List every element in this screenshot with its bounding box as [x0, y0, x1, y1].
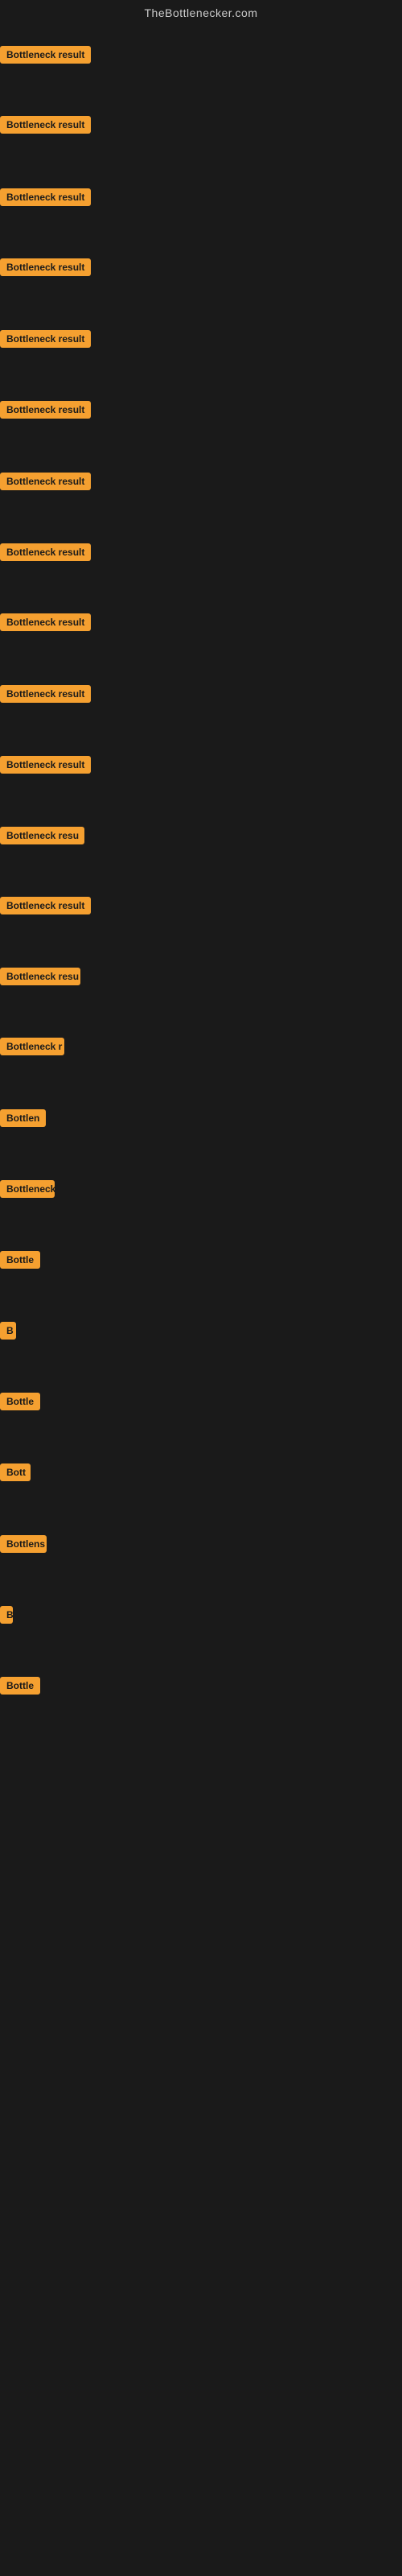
- bottleneck-badge-row-5: Bottleneck result: [0, 401, 91, 423]
- bottleneck-badge[interactable]: B: [0, 1606, 13, 1624]
- bottleneck-badge-row-0: Bottleneck result: [0, 46, 91, 68]
- bottleneck-badge-row-3: Bottleneck result: [0, 258, 91, 280]
- bottleneck-badge-row-11: Bottleneck resu: [0, 827, 84, 848]
- bottleneck-badge[interactable]: Bottle: [0, 1677, 40, 1695]
- bottleneck-badge[interactable]: Bottleneck result: [0, 330, 91, 348]
- bottleneck-badge[interactable]: Bottleneck: [0, 1180, 55, 1198]
- bottleneck-badge[interactable]: Bottleneck result: [0, 543, 91, 561]
- bottleneck-badge[interactable]: Bottleneck result: [0, 188, 91, 206]
- bottleneck-badge-row-14: Bottleneck r: [0, 1038, 64, 1059]
- bottleneck-badge-row-12: Bottleneck result: [0, 897, 91, 919]
- bottleneck-badge[interactable]: Bottleneck resu: [0, 968, 80, 985]
- bottleneck-badge-row-1: Bottleneck result: [0, 116, 91, 138]
- bottleneck-badge-row-19: Bottle: [0, 1393, 40, 1414]
- bottleneck-badge[interactable]: Bottlens: [0, 1535, 47, 1553]
- bottleneck-badge[interactable]: Bottleneck result: [0, 473, 91, 490]
- bottleneck-badge-row-21: Bottlens: [0, 1535, 47, 1557]
- bottleneck-badge-row-13: Bottleneck resu: [0, 968, 80, 989]
- bottleneck-badge-row-20: Bott: [0, 1463, 31, 1485]
- bottleneck-badge[interactable]: Bottlen: [0, 1109, 46, 1127]
- bottleneck-badge[interactable]: Bottleneck r: [0, 1038, 64, 1055]
- bottleneck-badge-row-10: Bottleneck result: [0, 756, 91, 778]
- bottleneck-badge[interactable]: Bottleneck result: [0, 258, 91, 276]
- bottleneck-badge[interactable]: Bottle: [0, 1393, 40, 1410]
- bottleneck-badge[interactable]: Bottleneck result: [0, 116, 91, 134]
- bottleneck-badge[interactable]: Bottleneck result: [0, 401, 91, 419]
- bottleneck-badge[interactable]: Bottleneck result: [0, 756, 91, 774]
- bottleneck-badge[interactable]: Bottleneck resu: [0, 827, 84, 844]
- bottleneck-badge-row-22: B: [0, 1606, 13, 1628]
- bottleneck-badge-row-7: Bottleneck result: [0, 543, 91, 565]
- bottleneck-badge-row-9: Bottleneck result: [0, 685, 91, 707]
- bottleneck-badge-row-2: Bottleneck result: [0, 188, 91, 210]
- bottleneck-badge-row-15: Bottlen: [0, 1109, 46, 1131]
- bottleneck-badge[interactable]: Bottleneck result: [0, 46, 91, 64]
- bottleneck-badge-row-16: Bottleneck: [0, 1180, 55, 1202]
- bottleneck-badge[interactable]: B: [0, 1322, 16, 1340]
- bottleneck-badge-row-6: Bottleneck result: [0, 473, 91, 494]
- bottleneck-badge-row-17: Bottle: [0, 1251, 40, 1273]
- bottleneck-badge[interactable]: Bottleneck result: [0, 613, 91, 631]
- bottleneck-badge[interactable]: Bottleneck result: [0, 685, 91, 703]
- bottleneck-badge-row-23: Bottle: [0, 1677, 40, 1699]
- bottleneck-badge[interactable]: Bottleneck result: [0, 897, 91, 914]
- bottleneck-badge[interactable]: Bott: [0, 1463, 31, 1481]
- bottleneck-badge-row-8: Bottleneck result: [0, 613, 91, 635]
- bottleneck-badge[interactable]: Bottle: [0, 1251, 40, 1269]
- bottleneck-badge-row-4: Bottleneck result: [0, 330, 91, 352]
- bottleneck-badge-row-18: B: [0, 1322, 16, 1344]
- site-title: TheBottlenecker.com: [0, 0, 402, 23]
